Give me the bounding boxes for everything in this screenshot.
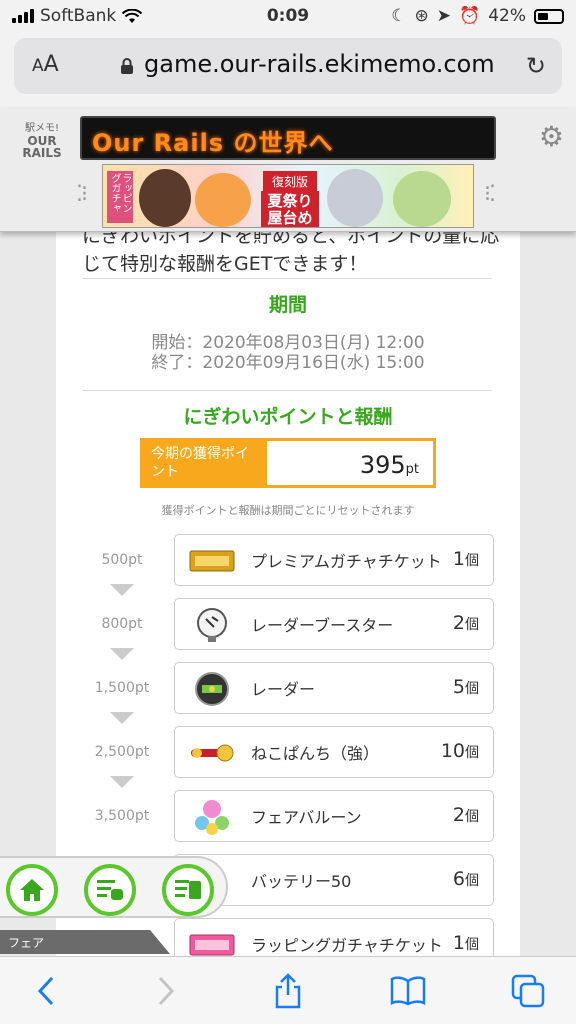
back-button[interactable] [26, 971, 66, 1011]
location-icon: ➤ [436, 6, 452, 26]
forward-button[interactable] [146, 971, 186, 1011]
down-arrow-icon [110, 648, 134, 660]
chevron-right-icon [158, 976, 175, 1006]
reward-item[interactable]: レーダーブースター 2個 [174, 598, 494, 650]
banner-prev-dots[interactable]: ⁚⁝ [76, 182, 88, 207]
event-banner[interactable]: ラッピングガチャ 復刻版 夏祭り屋台めぐり [102, 164, 474, 228]
reward-item[interactable]: プレミアムガチャチケット 1個 [174, 534, 494, 586]
banner-next-dots[interactable]: ⁝⁚ [484, 182, 496, 207]
browser-address-area: AA game.our-rails.ekimemo.com ↻ [0, 34, 576, 108]
fair-balloon-icon [189, 799, 235, 835]
reader-settings-button[interactable]: AA [32, 52, 59, 77]
reward-item[interactable]: レーダー 5個 [174, 662, 494, 714]
train-list-button[interactable] [162, 864, 214, 916]
reward-item[interactable]: ねこぱんち（強） 10個 [174, 726, 494, 778]
radar-booster-icon [189, 607, 235, 643]
alarm-icon: ⏰ [459, 6, 481, 26]
divider [82, 278, 492, 279]
chevron-left-icon [37, 976, 54, 1006]
tabs-icon [511, 974, 545, 1008]
home-icon [20, 879, 44, 901]
lock-icon [121, 58, 133, 74]
radar-icon [189, 671, 235, 707]
threshold-label: 800pt [101, 616, 143, 632]
battery-percent: 42% [488, 6, 526, 26]
share-button[interactable] [268, 971, 308, 1011]
moon-icon: ☾ [391, 6, 407, 26]
share-icon [275, 973, 301, 1009]
points-label: 今期の獲得ポイント [143, 441, 267, 485]
tabs-button[interactable] [508, 971, 548, 1011]
threshold-label: 2,500pt [94, 744, 150, 760]
premium-ticket-icon [189, 543, 235, 579]
list-railway-icon [175, 880, 201, 899]
status-bar: SoftBank 0:09 ☾ ⊛ ➤ ⏰ 42% [0, 0, 576, 34]
points-title: にぎわいポイントと報酬 [183, 406, 393, 428]
cat-punch-icon [189, 735, 235, 771]
points-box: 今期の獲得ポイント 395pt [140, 438, 436, 488]
floating-menu [0, 856, 228, 918]
book-icon [390, 976, 426, 1006]
news-ticker[interactable]: Our Rails の世界へ [80, 116, 496, 160]
character-art [195, 173, 251, 227]
url-text[interactable]: game.our-rails.ekimemo.com [144, 50, 495, 78]
fair-tag[interactable]: フェア [0, 930, 170, 954]
home-button[interactable] [6, 864, 58, 916]
rotation-lock-icon: ⊛ [414, 6, 429, 26]
threshold-label: 3,500pt [94, 808, 150, 824]
divider [82, 390, 492, 391]
list-train-icon [97, 880, 123, 900]
character-art [327, 169, 383, 227]
threshold-label: 500pt [101, 552, 143, 568]
reset-note: 獲得ポイントと報酬は期間ごとにリセットされます [161, 504, 415, 517]
browser-toolbar [0, 956, 576, 1024]
game-logo[interactable]: 駅メモ! OUR RAILS [10, 123, 74, 160]
station-list-button[interactable] [84, 864, 136, 916]
character-art [139, 169, 191, 227]
reward-item[interactable]: フェアバルーン 2個 [174, 790, 494, 842]
gear-icon[interactable]: ⚙ [539, 120, 564, 153]
game-header: 駅メモ! OUR RAILS Our Rails の世界へ ⚙ ⁚⁝ ラッピング… [0, 108, 576, 232]
bookmarks-button[interactable] [388, 971, 428, 1011]
down-arrow-icon [110, 712, 134, 724]
character-art [393, 171, 451, 227]
reload-icon[interactable]: ↻ [526, 52, 546, 80]
period-end: 終了：2020年09月16日(水) 15:00 [151, 353, 425, 373]
points-value: 395pt [359, 451, 419, 479]
down-arrow-icon [110, 776, 134, 788]
threshold-label: 1,500pt [94, 680, 150, 696]
address-bar[interactable]: AA game.our-rails.ekimemo.com ↻ [14, 38, 562, 94]
down-arrow-icon [110, 584, 134, 596]
period-title: 期間 [268, 294, 307, 316]
battery-icon [534, 8, 564, 24]
